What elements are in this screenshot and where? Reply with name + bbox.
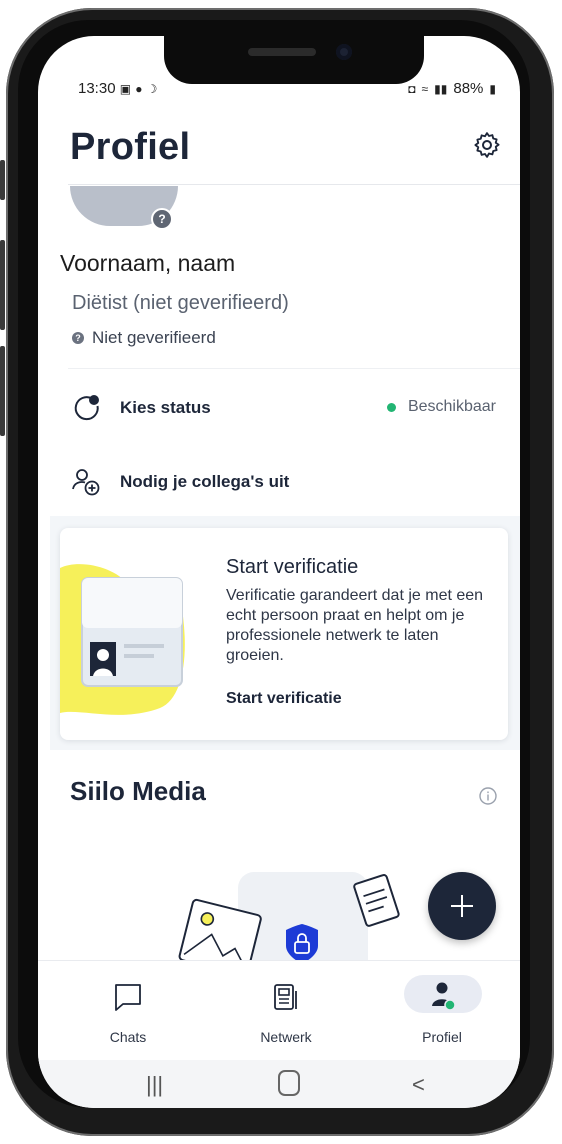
recent-apps-icon[interactable]: ||| xyxy=(146,1072,163,1098)
status-right: ◘ ≈ ▮▮ 88% ▮ xyxy=(408,80,496,97)
invite-colleagues-row[interactable]: Nodig je collega's uit xyxy=(38,456,520,506)
camera xyxy=(336,44,352,60)
nav-label-network: Netwerk xyxy=(260,1029,312,1045)
profile-name: Voornaam, naam xyxy=(60,250,236,276)
back-icon[interactable]: < xyxy=(412,1072,425,1098)
phone-frame: 13:30 ▣ ● ☽ ◘ ≈ ▮▮ 88% ▮ Profiel ? Voorn… xyxy=(0,0,562,1144)
divider xyxy=(68,368,520,369)
settings-gear-icon[interactable] xyxy=(472,130,502,160)
verification-label: Niet geverifieerd xyxy=(92,328,216,347)
moon-icon: ☽ xyxy=(146,82,158,96)
plus-icon xyxy=(461,895,463,917)
nav-item-network[interactable]: Netwerk xyxy=(216,973,356,1053)
verification-card-title: Start verificatie xyxy=(226,556,359,578)
profile-icon xyxy=(432,982,456,1011)
alarm-icon: ◘ xyxy=(408,81,416,96)
chat-bubble-icon xyxy=(115,984,141,1011)
status-left: 13:30 ▣ ● ☽ xyxy=(78,80,157,97)
choose-status-row[interactable]: Kies status Beschikbaar xyxy=(38,382,520,432)
info-icon[interactable] xyxy=(478,786,498,806)
verification-card-text: Verificatie garandeert dat je met een ec… xyxy=(226,587,484,664)
current-status-label: Beschikbaar xyxy=(407,398,496,415)
status-bar: 13:30 ▣ ● ☽ ◘ ≈ ▮▮ 88% ▮ xyxy=(38,76,520,102)
signal-icon: ▮▮ xyxy=(434,81,448,96)
start-verification-link[interactable]: Start verificatie xyxy=(226,690,342,708)
speaker xyxy=(248,48,316,56)
profile-role: Diëtist (niet geverifieerd) xyxy=(72,292,289,314)
available-dot-icon xyxy=(386,402,396,412)
choose-status-label: Kies status xyxy=(120,398,211,417)
id-card-illustration-icon xyxy=(60,564,185,715)
question-icon: ? xyxy=(72,332,84,344)
nav-item-profile[interactable]: Profiel xyxy=(372,973,512,1053)
new-post-fab-button[interactable] xyxy=(428,872,496,940)
battery-icon: ▮ xyxy=(489,81,496,96)
wifi-icon: ≈ xyxy=(421,81,429,96)
battery-level: 88% xyxy=(453,80,484,97)
message-notification-icon: ● xyxy=(135,82,143,96)
system-navigation-bar: ||| < xyxy=(38,1060,520,1108)
unverified-badge-icon: ? xyxy=(151,208,173,230)
bottom-navigation: Chats Netwerk Profiel xyxy=(38,960,520,1061)
image-notification-icon: ▣ xyxy=(119,82,132,96)
media-section-title: Siilo Media xyxy=(70,776,206,806)
header-divider xyxy=(68,184,520,185)
status-icon xyxy=(74,395,99,421)
verification-card[interactable]: Start verificatie Verificatie garandeert… xyxy=(60,528,508,740)
page-title: Profiel xyxy=(70,126,191,168)
home-icon[interactable] xyxy=(278,1070,300,1096)
status-time: 13:30 xyxy=(78,80,116,97)
page-header: Profiel xyxy=(38,116,520,186)
current-status: Beschikbaar xyxy=(386,398,496,416)
side-button xyxy=(0,346,5,436)
add-person-icon xyxy=(72,469,100,496)
side-button xyxy=(0,160,5,200)
media-illustration-icon xyxy=(178,872,400,964)
side-button xyxy=(0,240,5,330)
invite-colleagues-label: Nodig je collega's uit xyxy=(120,472,290,491)
nav-label-chats: Chats xyxy=(109,1029,147,1045)
screen: 13:30 ▣ ● ☽ ◘ ≈ ▮▮ 88% ▮ Profiel ? Voorn… xyxy=(38,36,520,1108)
network-icon xyxy=(274,984,297,1010)
nav-label-profile: Profiel xyxy=(422,1029,462,1045)
verification-status: ? Niet geverifieerd xyxy=(72,328,216,348)
nav-item-chats[interactable]: Chats xyxy=(58,973,198,1053)
